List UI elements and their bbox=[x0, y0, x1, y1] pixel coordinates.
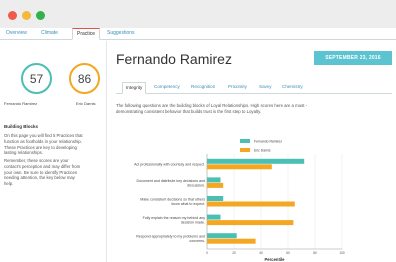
minimize-window-icon[interactable] bbox=[22, 11, 31, 20]
paragraph-line: help. bbox=[4, 181, 14, 187]
legend-label: Fernando Ramirez bbox=[254, 139, 282, 143]
bar-fernando bbox=[207, 158, 305, 164]
bar-eric bbox=[207, 164, 272, 170]
score-name-fernando: Fernando Ramirez bbox=[4, 101, 38, 106]
category-label: Respond appropriately to my problems and bbox=[136, 235, 205, 239]
bar-fernando bbox=[207, 177, 221, 183]
x-tick-label: 40 bbox=[259, 251, 263, 255]
x-tick-label: 60 bbox=[286, 251, 290, 255]
building-blocks-paragraph: On this page you will find 5 Practices t… bbox=[4, 133, 104, 156]
tab-climate[interactable]: Climate bbox=[41, 30, 58, 36]
bar-fernando bbox=[207, 196, 224, 201]
x-tick-label: 20 bbox=[232, 251, 236, 255]
score-circle-fernando: 57 bbox=[21, 63, 52, 94]
category-label: Fully explain the reason my behind any bbox=[143, 216, 206, 220]
x-tick-label: 0 bbox=[206, 251, 208, 255]
x-axis-label: Percentile bbox=[264, 257, 285, 262]
tab-suggestions[interactable]: Suggestions bbox=[107, 30, 135, 36]
window-titlebar bbox=[0, 0, 396, 28]
top-nav-tabs: Overview Climate Practice Suggestions bbox=[0, 28, 396, 40]
x-tick-label: 100 bbox=[339, 251, 345, 255]
paragraph-line: lasting relationships. bbox=[4, 150, 43, 156]
main-panel: Fernando Ramirez SEPTEMBER 23, 2016 Inte… bbox=[106, 41, 396, 262]
legend-swatch bbox=[240, 148, 250, 152]
category-label: Act professionally with courtesy and res… bbox=[134, 163, 205, 167]
category-label: know what to expect. bbox=[171, 202, 205, 206]
category-label: discussion. bbox=[187, 183, 205, 187]
score-circle-eric: 86 bbox=[69, 63, 100, 94]
legend-label: Eric Darnis bbox=[254, 148, 271, 152]
sidebar: 57 86 Fernando Ramirez Eric Darnis Build… bbox=[0, 41, 105, 262]
bar-fernando bbox=[207, 214, 221, 220]
category-label: concerns. bbox=[189, 239, 205, 243]
close-window-icon[interactable] bbox=[8, 11, 17, 20]
bar-eric bbox=[207, 238, 256, 244]
bar-fernando bbox=[207, 233, 237, 239]
bar-eric bbox=[207, 201, 295, 207]
tab-overview[interactable]: Overview bbox=[6, 30, 27, 36]
practice-bar-chart: Fernando Ramirez Eric Darnis 0 20 40 60 80 100 P… bbox=[134, 139, 345, 262]
category-label: Document and distribute key decisions an… bbox=[136, 179, 205, 183]
maximize-window-icon[interactable] bbox=[36, 11, 45, 20]
legend-swatch bbox=[240, 139, 250, 143]
x-tick-label: 80 bbox=[313, 251, 317, 255]
building-blocks-heading: Building Blocks bbox=[4, 124, 39, 129]
bar-eric bbox=[207, 220, 294, 226]
tab-practice[interactable]: Practice bbox=[72, 28, 101, 40]
category-label: decision made. bbox=[181, 221, 205, 225]
category-label: Make consistent decisions so that others bbox=[140, 198, 205, 202]
score-name-eric: Eric Darnis bbox=[76, 101, 96, 106]
bar-eric bbox=[207, 182, 224, 188]
scores-note-paragraph: Remember, these scores are your contact'… bbox=[4, 158, 104, 187]
